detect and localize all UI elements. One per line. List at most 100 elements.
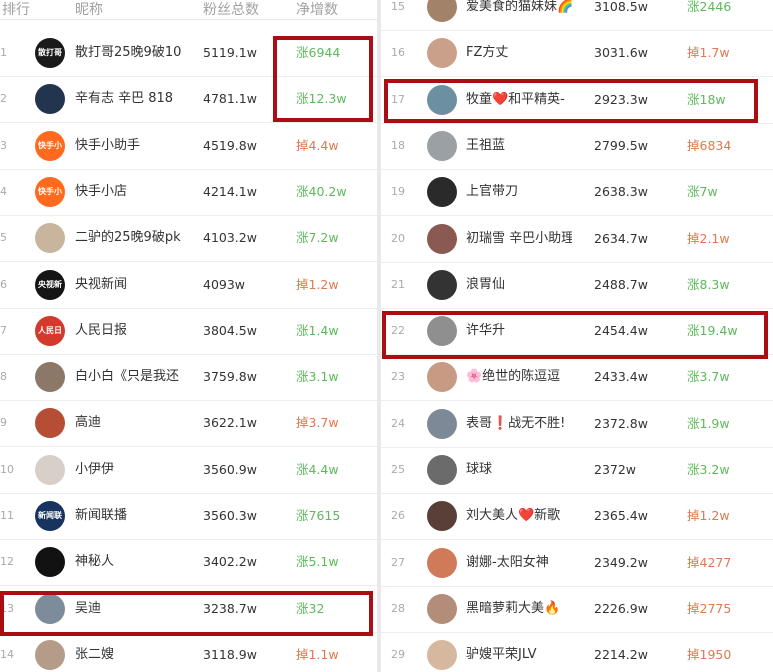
avatar[interactable] (427, 455, 457, 485)
table-row[interactable]: 23 🌸绝世的陈逗逗 2433.4w 涨3.7w (381, 354, 773, 402)
user-nickname[interactable]: 散打哥25晚9破10 (75, 30, 185, 76)
user-nickname[interactable]: 小伊伊 (75, 447, 185, 493)
fans-count: 2349.2w (594, 554, 648, 570)
table-row[interactable]: 26 刘大美人❤️新歌 2365.4w 掉1.2w (381, 493, 773, 541)
avatar[interactable]: 散打哥 (35, 38, 65, 68)
net-change: 涨1.4w (296, 322, 339, 338)
table-row[interactable]: 3 快手小助手快手小助手 4519.8w 掉4.4w (0, 123, 377, 170)
rank-number: 16 (391, 46, 405, 60)
table-row[interactable]: 14 张二嫂 3118.9w 掉1.1w (0, 632, 377, 672)
table-row[interactable]: 24 表哥❗战无不胜! 2372.8w 涨1.9w (381, 401, 773, 448)
avatar[interactable]: 快手小助手 (35, 130, 65, 161)
avatar[interactable] (427, 362, 457, 393)
table-row[interactable]: 27 谢娜-太阳女神 2349.2w 掉4277 (381, 540, 773, 587)
table-row[interactable]: 25 球球 2372w 涨3.2w (381, 447, 773, 494)
fans-count: 3560.9w (203, 461, 257, 477)
table-row[interactable]: 21 浪胃仙 2488.7w 涨8.3w (381, 262, 773, 309)
fans-count: 3402.2w (203, 554, 257, 570)
user-nickname[interactable]: 驴嫂平荣JLV (466, 632, 572, 672)
user-nickname[interactable]: 上官带刀 (466, 169, 572, 215)
highlight-box (382, 311, 768, 359)
rank-number: 10 (0, 462, 14, 476)
fans-count: 4519.8w (203, 137, 257, 153)
avatar[interactable] (35, 454, 65, 485)
avatar[interactable] (427, 223, 457, 254)
net-change: 掉1.2w (687, 508, 730, 524)
user-nickname[interactable]: 张二嫂 (75, 632, 185, 672)
table-row[interactable]: 11 新闻联播新闻联播 3560.3w 涨7615 (0, 493, 377, 540)
avatar[interactable]: 央视新闻 (35, 269, 65, 300)
rank-number: 3 (0, 138, 7, 152)
table-row[interactable]: 15 爱美食的猫妹妹🌈 3108.5w 涨2446 (381, 0, 773, 31)
avatar[interactable]: 人民日报 (35, 315, 65, 346)
user-nickname[interactable]: 黑暗萝莉大美🔥 (466, 586, 572, 632)
user-nickname[interactable]: 球球 (466, 447, 572, 493)
user-nickname[interactable]: 高迪 (75, 400, 185, 446)
table-row[interactable]: 10 小伊伊 3560.9w 涨4.4w (0, 447, 377, 494)
user-nickname[interactable]: 快手小店 (75, 169, 185, 215)
avatar[interactable] (427, 640, 457, 671)
user-nickname[interactable]: 新闻联播 (75, 493, 185, 539)
table-row[interactable]: 18 王祖蓝 2799.5w 掉6834 (381, 123, 773, 170)
table-row[interactable]: 5 二驴的25晚9破pk 4103.2w 涨7.2w (0, 215, 377, 263)
table-row[interactable]: 20 初瑞雪 辛巴小助理 2634.7w 掉2.1w (381, 216, 773, 263)
net-change: 涨1.9w (687, 415, 730, 431)
net-change: 掉2775 (687, 600, 732, 616)
rank-number: 14 (0, 647, 14, 661)
user-nickname[interactable]: 神秘人 (75, 539, 185, 585)
table-row[interactable]: 19 上官带刀 2638.3w 涨7w (381, 169, 773, 217)
avatar[interactable] (427, 593, 457, 624)
user-nickname[interactable]: 人民日报 (75, 308, 185, 354)
table-row[interactable]: 6 央视新闻央视新闻 4093w 掉1.2w (0, 262, 377, 309)
avatar[interactable] (427, 408, 457, 439)
table-row[interactable]: 7 人民日报人民日报 3804.5w 涨1.4w (0, 308, 377, 355)
user-nickname[interactable]: 🌸绝世的陈逗逗 (466, 354, 572, 400)
net-change: 涨40.2w (296, 183, 347, 199)
rank-number: 20 (391, 231, 405, 245)
avatar[interactable] (35, 639, 65, 670)
avatar[interactable] (35, 362, 65, 393)
fans-count: 2214.2w (594, 647, 648, 663)
avatar[interactable] (35, 547, 65, 578)
table-row[interactable]: 8 白小白《只是我还 3759.8w 涨3.1w (0, 354, 377, 402)
table-header: 排行 昵称 粉丝总数 净增数 (0, 0, 377, 20)
avatar[interactable] (427, 0, 457, 22)
user-nickname[interactable]: 辛有志 辛巴 818 (75, 76, 185, 122)
user-nickname[interactable]: 央视新闻 (75, 262, 185, 308)
user-nickname[interactable]: 表哥❗战无不胜! (466, 401, 572, 447)
avatar[interactable] (427, 547, 457, 578)
table-row[interactable]: 4 快手小店快手小店 4214.1w 涨40.2w (0, 169, 377, 216)
user-nickname[interactable]: 白小白《只是我还 (75, 354, 185, 400)
rank-number: 27 (391, 555, 405, 569)
avatar[interactable] (35, 223, 65, 254)
user-nickname[interactable]: 刘大美人❤️新歌 (466, 493, 572, 539)
avatar[interactable] (427, 501, 457, 532)
avatar[interactable] (427, 269, 457, 300)
avatar[interactable]: 快手小店 (35, 176, 65, 207)
user-nickname[interactable]: 王祖蓝 (466, 123, 572, 169)
net-change: 涨8.3w (687, 276, 730, 292)
table-row[interactable]: 9 高迪 3622.1w 掉3.7w (0, 400, 377, 448)
net-change: 掉6834 (687, 137, 732, 153)
avatar[interactable] (35, 84, 65, 115)
table-row[interactable]: 16 FZ方丈 3031.6w 掉1.7w (381, 30, 773, 78)
avatar[interactable] (427, 177, 457, 208)
user-nickname[interactable]: 初瑞雪 辛巴小助理 (466, 216, 572, 262)
user-nickname[interactable]: 浪胃仙 (466, 262, 572, 308)
user-nickname[interactable]: 谢娜-太阳女神 (466, 540, 572, 586)
avatar[interactable] (427, 130, 457, 161)
fans-count: 5119.1w (203, 45, 257, 60)
user-nickname[interactable]: 爱美食的猫妹妹🌈 (466, 0, 572, 30)
net-change: 涨3.1w (296, 369, 339, 385)
table-row[interactable]: 28 黑暗萝莉大美🔥 2226.9w 掉2775 (381, 586, 773, 633)
table-row[interactable]: 29 驴嫂平荣JLV 2214.2w 掉1950 (381, 632, 773, 672)
user-nickname[interactable]: 二驴的25晚9破pk (75, 215, 185, 261)
user-nickname[interactable]: 快手小助手 (75, 123, 185, 169)
fans-count: 3118.9w (203, 646, 257, 662)
table-row[interactable]: 12 神秘人 3402.2w 涨5.1w (0, 539, 377, 587)
net-change: 掉2.1w (687, 230, 730, 246)
avatar[interactable] (427, 38, 457, 69)
avatar[interactable] (35, 408, 65, 439)
avatar[interactable]: 新闻联播 (35, 501, 65, 531)
user-nickname[interactable]: FZ方丈 (466, 30, 572, 76)
